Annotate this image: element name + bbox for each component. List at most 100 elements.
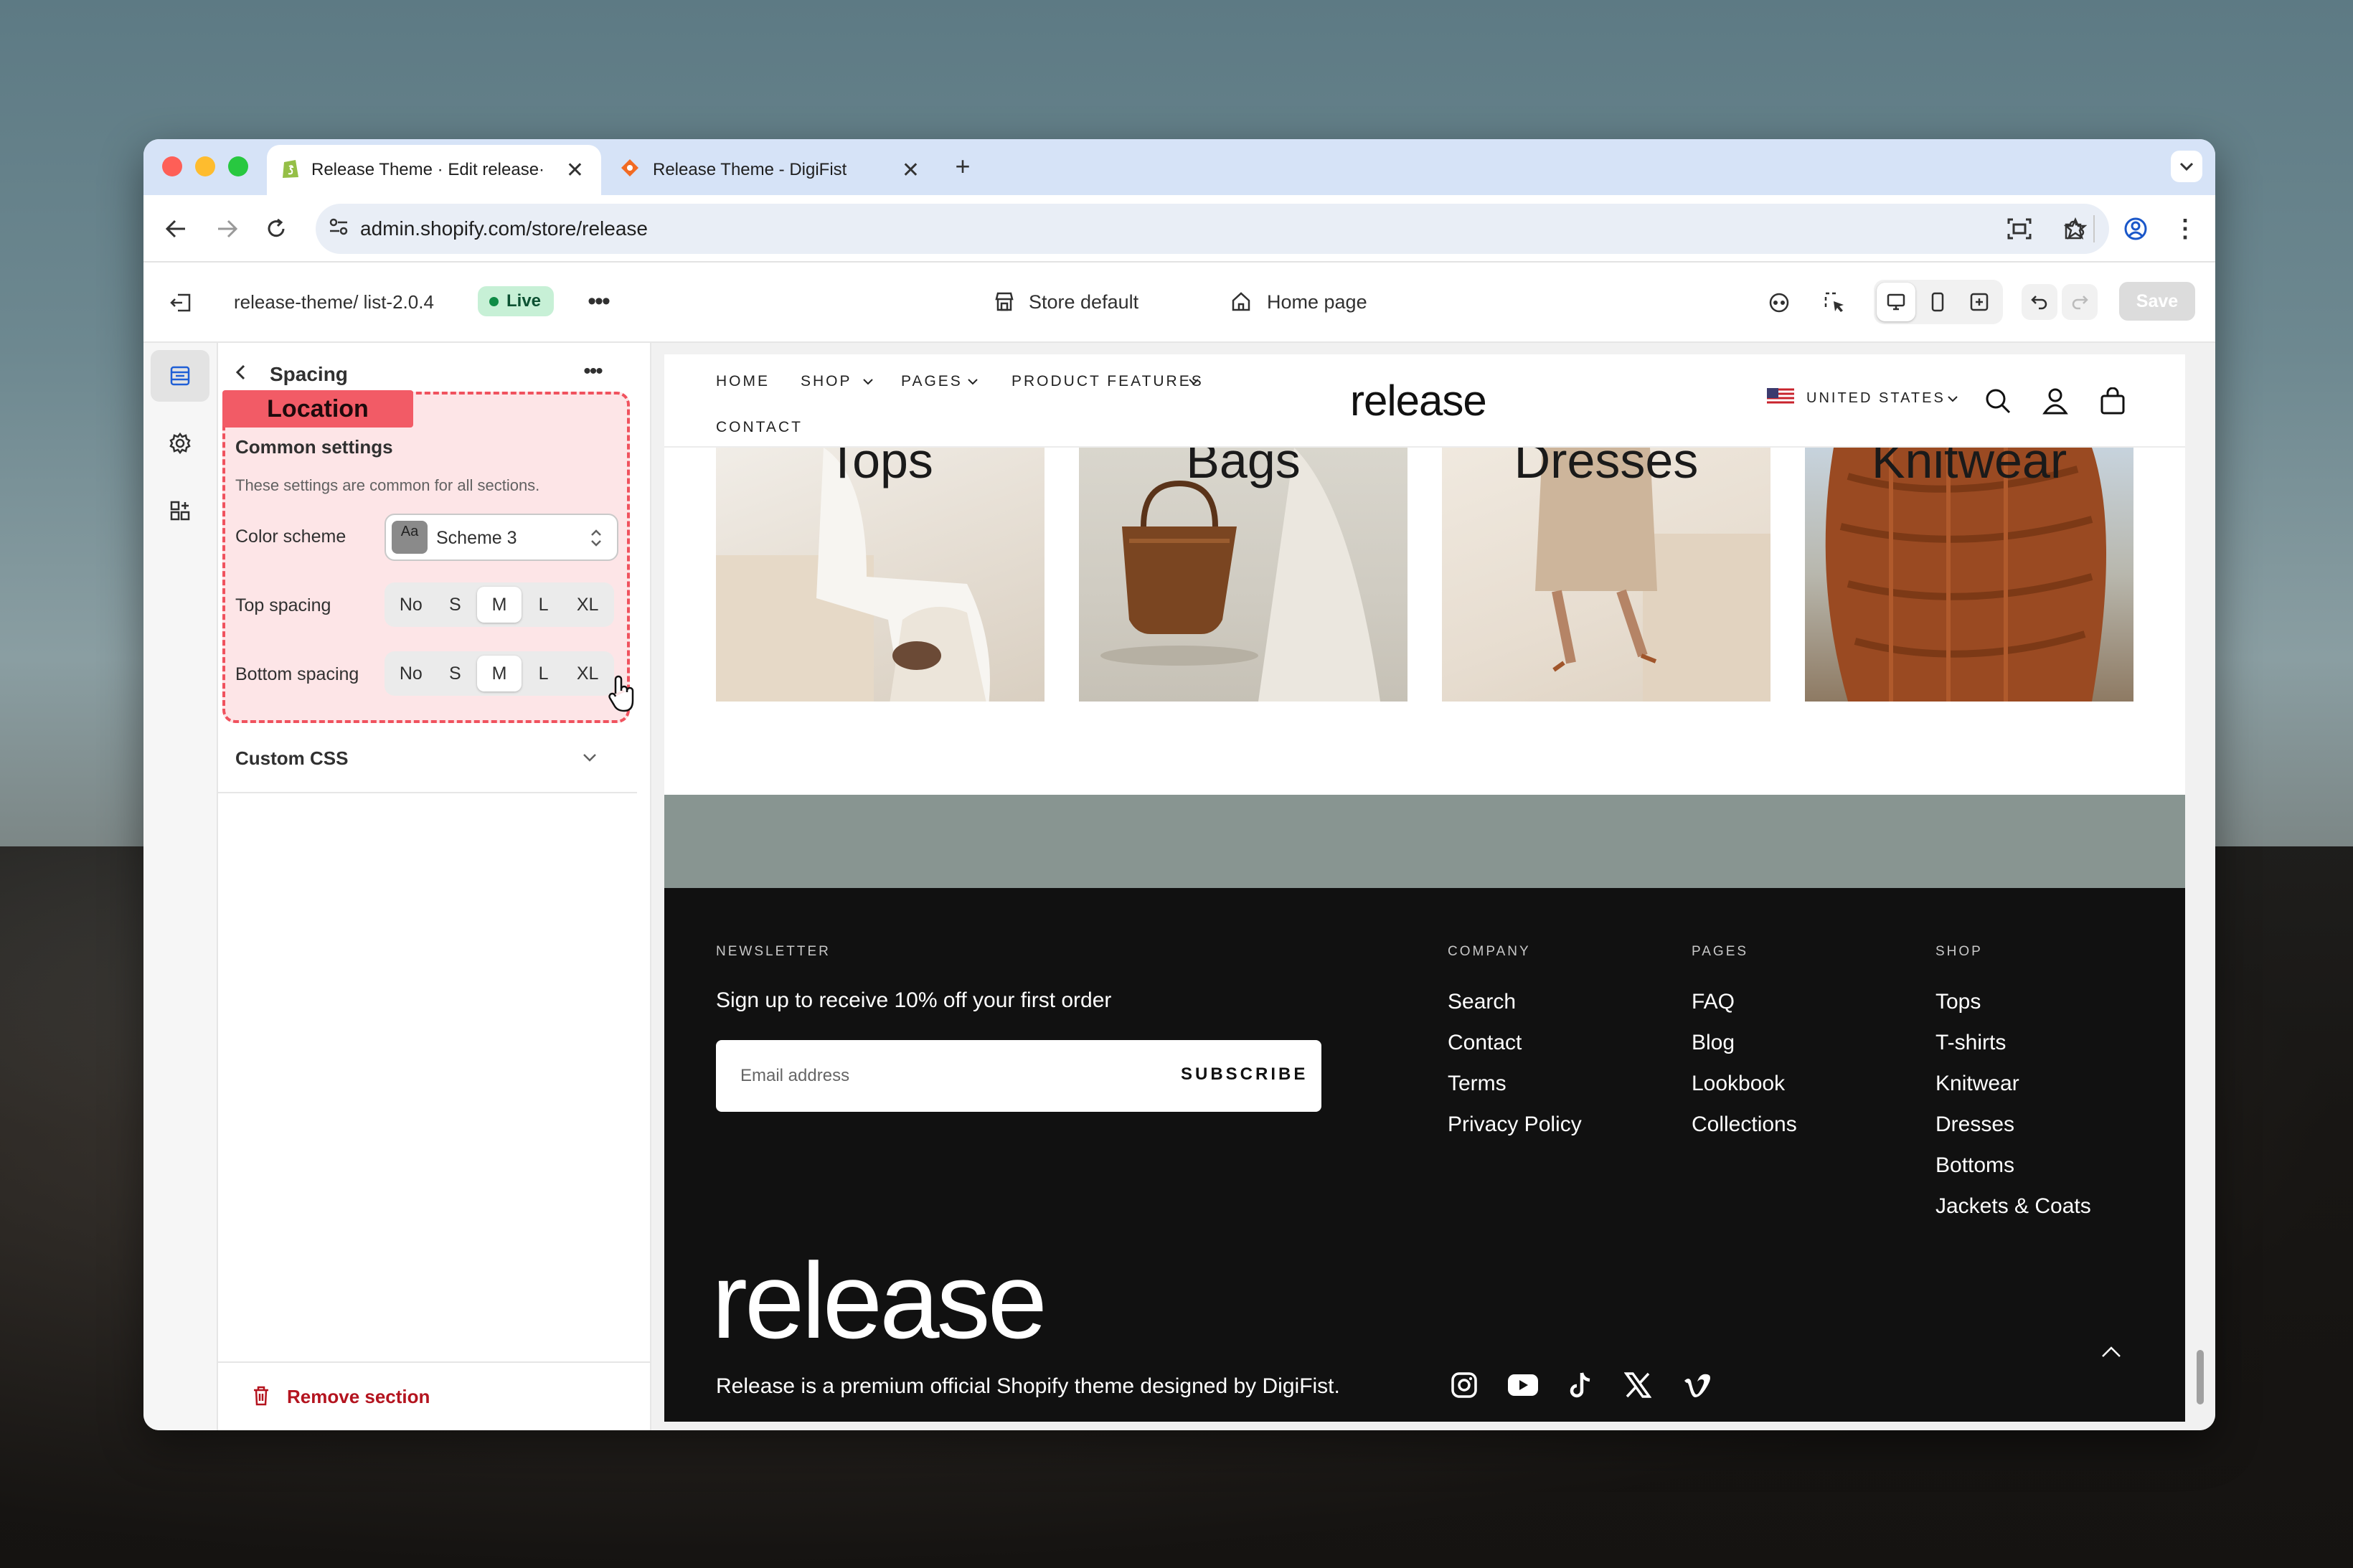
back-icon[interactable] (158, 211, 194, 247)
tab-title: Release Theme - DigiFist (653, 160, 847, 179)
device-switcher (1874, 280, 2003, 324)
tiktok-icon[interactable] (1564, 1369, 1597, 1402)
category-card[interactable]: Bags (1079, 448, 1407, 702)
address-bar[interactable]: admin.shopify.com/store/release (316, 204, 2109, 254)
custom-css-label[interactable]: Custom CSS (235, 747, 348, 770)
panel-title: Spacing (270, 363, 348, 385)
top-spacing-l[interactable]: L (522, 587, 566, 623)
browser-menu-icon[interactable]: ⋮ (2171, 211, 2199, 247)
footer-link[interactable]: Lookbook (1692, 1072, 1785, 1096)
theme-path: release-theme/ list-2.0.4 (234, 291, 434, 313)
preview-scrollbar[interactable] (2197, 1350, 2204, 1404)
back-chevron-icon[interactable] (230, 362, 251, 383)
mobile-view-icon[interactable] (1918, 283, 1957, 321)
profile-icon[interactable] (2118, 211, 2154, 247)
tab-edit-release[interactable]: Release Theme · Edit release· ✕ (267, 145, 601, 195)
theme-settings-icon[interactable] (151, 417, 209, 469)
new-tab-icon[interactable]: + (947, 151, 979, 182)
bottom-spacing-s[interactable]: S (433, 656, 478, 691)
forward-icon[interactable] (209, 211, 245, 247)
fullscreen-view-icon[interactable] (1960, 283, 1999, 321)
color-scheme-value: Scheme 3 (436, 528, 517, 548)
nav-contact[interactable]: CONTACT (716, 419, 803, 436)
zoom-window-button[interactable] (228, 156, 248, 176)
redo-icon[interactable] (2062, 284, 2098, 320)
common-settings-description: These settings are common for all sectio… (235, 476, 540, 494)
remove-section-button[interactable]: Remove section (287, 1386, 430, 1408)
desktop-view-icon[interactable] (1877, 283, 1915, 321)
toolbar-divider (2093, 215, 2095, 242)
screenshot-icon[interactable] (2001, 211, 2037, 247)
editor-rail (143, 343, 218, 1430)
footer-link[interactable]: Blog (1692, 1031, 1735, 1055)
close-tab-icon[interactable]: ✕ (902, 158, 920, 183)
site-settings-icon[interactable] (329, 217, 349, 240)
divider (218, 792, 637, 793)
footer-link[interactable]: Terms (1448, 1072, 1506, 1096)
reload-icon[interactable] (258, 211, 294, 247)
footer-link[interactable]: Tops (1935, 990, 1981, 1014)
panel-more-icon[interactable]: ••• (577, 359, 608, 384)
subscribe-button[interactable]: SUBSCRIBE (1181, 1064, 1308, 1085)
bottom-spacing-l[interactable]: L (522, 656, 566, 691)
nav-product-features[interactable]: PRODUCT FEATURES (1012, 373, 1204, 390)
footer-link[interactable]: T-shirts (1935, 1031, 2006, 1055)
back-to-top-icon[interactable] (2092, 1333, 2131, 1371)
chevron-down-icon (966, 374, 980, 389)
close-window-button[interactable] (162, 156, 182, 176)
inspector-icon[interactable] (1763, 287, 1795, 318)
select-element-icon[interactable] (1819, 287, 1851, 318)
exit-editor-icon[interactable] (165, 287, 197, 318)
nav-home[interactable]: HOME (716, 373, 770, 390)
bottom-spacing-no[interactable]: No (389, 656, 433, 691)
footer-link[interactable]: Jackets & Coats (1935, 1194, 2091, 1219)
tab-digifist[interactable]: Release Theme - DigiFist ✕ (603, 145, 937, 195)
footer-link[interactable]: Privacy Policy (1448, 1113, 1582, 1137)
store-selector[interactable]: Store default (1029, 291, 1138, 313)
bottom-spacing-xl[interactable]: XL (565, 656, 610, 691)
footer-link[interactable]: Collections (1692, 1113, 1797, 1137)
page-selector[interactable]: Home page (1267, 291, 1367, 313)
store-logo[interactable]: release (1350, 376, 1487, 425)
category-card[interactable]: Tops (716, 448, 1045, 702)
top-spacing-xl[interactable]: XL (565, 587, 610, 623)
color-scheme-select[interactable]: Aa Scheme 3 (385, 514, 618, 561)
category-card[interactable]: Knitwear (1805, 448, 2133, 702)
chevron-down-icon[interactable] (577, 745, 603, 770)
location-highlight-box: Common settings These settings are commo… (222, 392, 630, 723)
cart-icon[interactable] (2096, 384, 2129, 417)
top-spacing-s[interactable]: S (433, 587, 478, 623)
footer-link[interactable]: FAQ (1692, 990, 1735, 1014)
more-actions-icon[interactable]: ••• (583, 285, 614, 317)
instagram-icon[interactable] (1448, 1369, 1481, 1402)
account-icon[interactable] (2039, 384, 2072, 417)
footer-link[interactable]: Bottoms (1935, 1153, 2014, 1178)
nav-shop[interactable]: SHOP (801, 373, 852, 390)
close-tab-icon[interactable]: ✕ (566, 158, 584, 183)
top-spacing-m[interactable]: M (477, 587, 522, 623)
save-button[interactable]: Save (2119, 282, 2195, 321)
settings-panel: Spacing ••• Common settings These settin… (218, 343, 651, 1430)
footer-link[interactable]: Knitwear (1935, 1072, 2019, 1096)
category-card[interactable]: Dresses (1442, 448, 1770, 702)
sections-icon[interactable] (151, 350, 209, 402)
select-arrows-icon (584, 525, 608, 551)
search-icon[interactable] (1981, 384, 2014, 417)
country-selector[interactable]: UNITED STATES (1806, 390, 1946, 407)
top-spacing-no[interactable]: No (389, 587, 433, 623)
undo-icon[interactable] (2022, 284, 2057, 320)
minimize-window-button[interactable] (195, 156, 215, 176)
footer-link[interactable]: Dresses (1935, 1113, 2014, 1137)
youtube-icon[interactable] (1505, 1369, 1541, 1402)
x-icon[interactable] (1621, 1369, 1654, 1402)
footer-link[interactable]: Search (1448, 990, 1516, 1014)
footer-link[interactable]: Contact (1448, 1031, 1522, 1055)
tab-search-chevron-icon[interactable] (2171, 151, 2202, 182)
bottom-spacing-m[interactable]: M (477, 656, 522, 691)
extensions-icon[interactable] (2056, 211, 2092, 247)
app-embeds-icon[interactable] (151, 485, 209, 537)
nav-pages[interactable]: PAGES (901, 373, 963, 390)
email-input[interactable]: Email address (740, 1066, 849, 1086)
vimeo-icon[interactable] (1680, 1369, 1713, 1402)
browser-window: Release Theme · Edit release· ✕ Release … (143, 139, 2215, 1430)
